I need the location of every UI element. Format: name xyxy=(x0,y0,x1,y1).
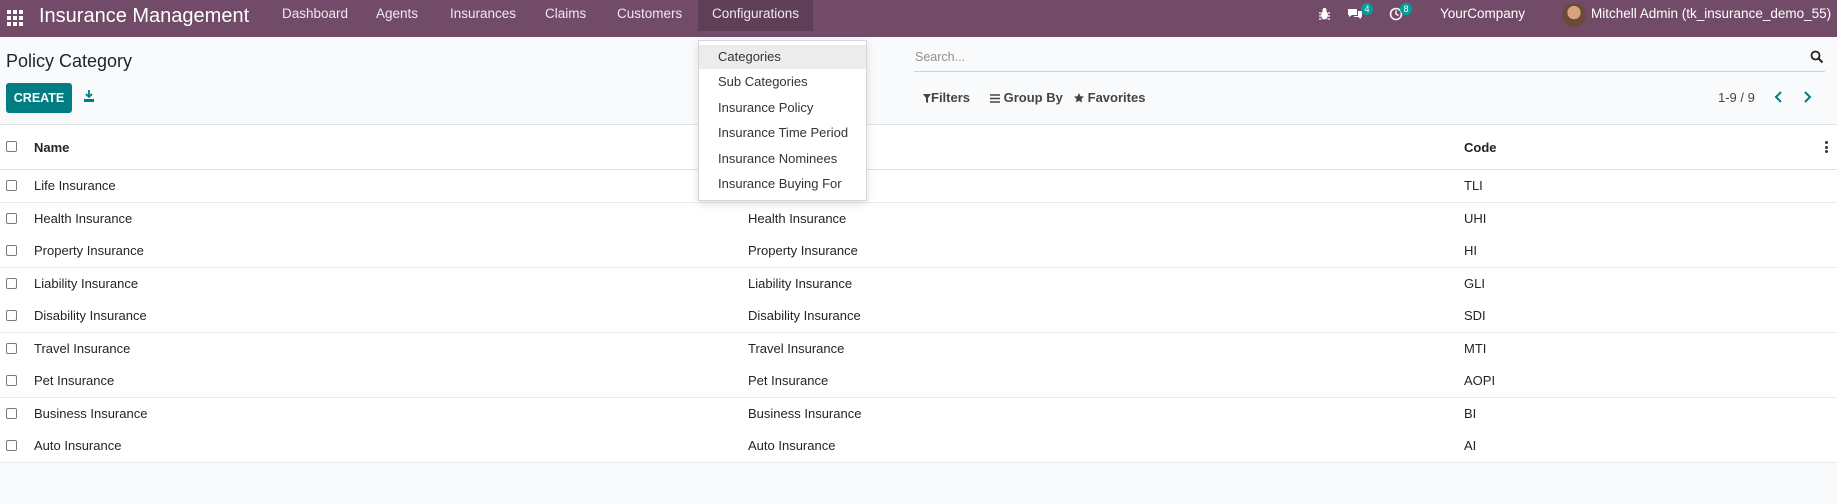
menu-claims[interactable]: Claims xyxy=(545,0,586,31)
top-navbar: Insurance Management Dashboard Agents In… xyxy=(0,0,1837,37)
cell-category: Auto Insurance xyxy=(748,438,836,453)
activities-badge: 8 xyxy=(1400,3,1412,15)
pager-previous-icon[interactable] xyxy=(1771,88,1787,106)
menu-dashboard[interactable]: Dashboard xyxy=(282,0,348,31)
cell-name: Business Insurance xyxy=(34,406,148,421)
cell-name: Liability Insurance xyxy=(34,276,139,291)
row-checkbox[interactable] xyxy=(6,180,17,191)
groupby-button[interactable]: Group By xyxy=(990,90,1063,105)
menu-customers[interactable]: Customers xyxy=(617,0,682,31)
cell-code: UHI xyxy=(1464,211,1487,226)
filters-button[interactable]: Filters xyxy=(923,90,970,105)
page-title: Policy Category xyxy=(6,51,133,71)
groupby-label: Group By xyxy=(1003,90,1063,105)
company-switcher[interactable]: YourCompany xyxy=(1440,0,1525,31)
table-row[interactable]: Auto Insurance Auto Insurance AI xyxy=(0,430,1837,463)
column-header-code[interactable]: Code xyxy=(1464,140,1497,155)
app-title[interactable]: Insurance Management xyxy=(39,4,249,28)
row-checkbox[interactable] xyxy=(6,245,17,256)
row-checkbox[interactable] xyxy=(6,375,17,386)
cell-code: AOPI xyxy=(1464,373,1496,388)
table-header: Name Code xyxy=(0,125,1837,170)
cell-code: BI xyxy=(1464,406,1477,421)
favorites-label: Favorites xyxy=(1087,90,1146,105)
messages-badge: 4 xyxy=(1361,3,1373,15)
cell-name: Pet Insurance xyxy=(34,373,115,388)
debug-bug-icon[interactable] xyxy=(1318,7,1331,21)
table-row[interactable]: Business Insurance Business Insurance BI xyxy=(0,398,1837,431)
table-row[interactable]: Pet Insurance Pet Insurance AOPI xyxy=(0,365,1837,398)
cell-name: Auto Insurance xyxy=(34,438,122,453)
table-row[interactable]: Health Insurance Health Insurance UHI xyxy=(0,203,1837,236)
search-input[interactable]: Search... xyxy=(915,50,965,64)
dropdown-item-insurance-buying-for[interactable]: Insurance Buying For xyxy=(699,172,866,196)
row-checkbox[interactable] xyxy=(6,213,17,224)
favorites-button[interactable]: Favorites xyxy=(1074,90,1145,105)
cell-category: Business Insurance xyxy=(748,406,862,421)
cell-code: SDI xyxy=(1464,308,1486,323)
cell-name: Life Insurance xyxy=(34,178,116,193)
cell-code: AI xyxy=(1464,438,1477,453)
table-row[interactable]: Life Insurance TLI xyxy=(0,170,1837,203)
download-icon[interactable] xyxy=(83,89,95,103)
cell-category: Liability Insurance xyxy=(748,276,853,291)
cell-code: GLI xyxy=(1464,276,1485,291)
pager-value[interactable]: 1-9 / 9 xyxy=(1718,90,1755,105)
menu-insurances[interactable]: Insurances xyxy=(450,0,516,31)
row-checkbox[interactable] xyxy=(6,310,17,321)
dropdown-item-insurance-nominees[interactable]: Insurance Nominees xyxy=(699,147,866,171)
list-table: Name Code Life Insurance TLI Health Insu… xyxy=(0,124,1837,463)
cell-name: Health Insurance xyxy=(34,211,133,226)
cell-category: Health Insurance xyxy=(748,211,847,226)
pager-next-icon[interactable] xyxy=(1799,88,1815,106)
filters-label: Filters xyxy=(931,90,971,105)
optional-columns-icon[interactable] xyxy=(1825,141,1828,153)
apps-menu-icon[interactable] xyxy=(7,10,23,26)
dropdown-item-sub-categories[interactable]: Sub Categories xyxy=(699,70,866,94)
select-all-checkbox[interactable] xyxy=(6,141,17,152)
cell-category: Property Insurance xyxy=(748,243,858,258)
menu-configurations[interactable]: Configurations xyxy=(698,0,814,31)
cell-code: MTI xyxy=(1464,341,1487,356)
row-checkbox[interactable] xyxy=(6,440,17,451)
search-icon[interactable] xyxy=(1810,50,1824,64)
cell-category: Disability Insurance xyxy=(748,308,861,323)
table-row[interactable]: Disability Insurance Disability Insuranc… xyxy=(0,300,1837,333)
cell-category: Travel Insurance xyxy=(748,341,845,356)
table-row[interactable]: Property Insurance Property Insurance HI xyxy=(0,235,1837,268)
groupby-icon xyxy=(990,94,1000,103)
cell-code: HI xyxy=(1464,243,1477,258)
configurations-dropdown: Categories Sub Categories Insurance Poli… xyxy=(698,40,867,201)
user-menu[interactable]: Mitchell Admin (tk_insurance_demo_55) xyxy=(1591,0,1831,31)
row-checkbox[interactable] xyxy=(6,408,17,419)
menu-agents[interactable]: Agents xyxy=(376,0,418,31)
cell-name: Property Insurance xyxy=(34,243,144,258)
create-button[interactable]: CREATE xyxy=(6,83,72,113)
cell-category: Pet Insurance xyxy=(748,373,829,388)
dropdown-item-insurance-policy[interactable]: Insurance Policy xyxy=(699,96,866,120)
column-header-name[interactable]: Name xyxy=(34,140,69,155)
row-checkbox[interactable] xyxy=(6,278,17,289)
dropdown-item-insurance-time-period[interactable]: Insurance Time Period xyxy=(699,121,866,145)
cell-name: Disability Insurance xyxy=(34,308,147,323)
star-icon xyxy=(1074,93,1084,103)
table-row[interactable]: Travel Insurance Travel Insurance MTI xyxy=(0,333,1837,366)
table-row[interactable]: Liability Insurance Liability Insurance … xyxy=(0,268,1837,301)
dropdown-item-categories[interactable]: Categories xyxy=(699,45,866,69)
cell-code: TLI xyxy=(1464,178,1483,193)
user-avatar[interactable] xyxy=(1562,3,1586,27)
cell-name: Travel Insurance xyxy=(34,341,131,356)
filter-icon xyxy=(923,94,931,103)
search-bar[interactable]: Search... xyxy=(914,45,1825,72)
row-checkbox[interactable] xyxy=(6,343,17,354)
